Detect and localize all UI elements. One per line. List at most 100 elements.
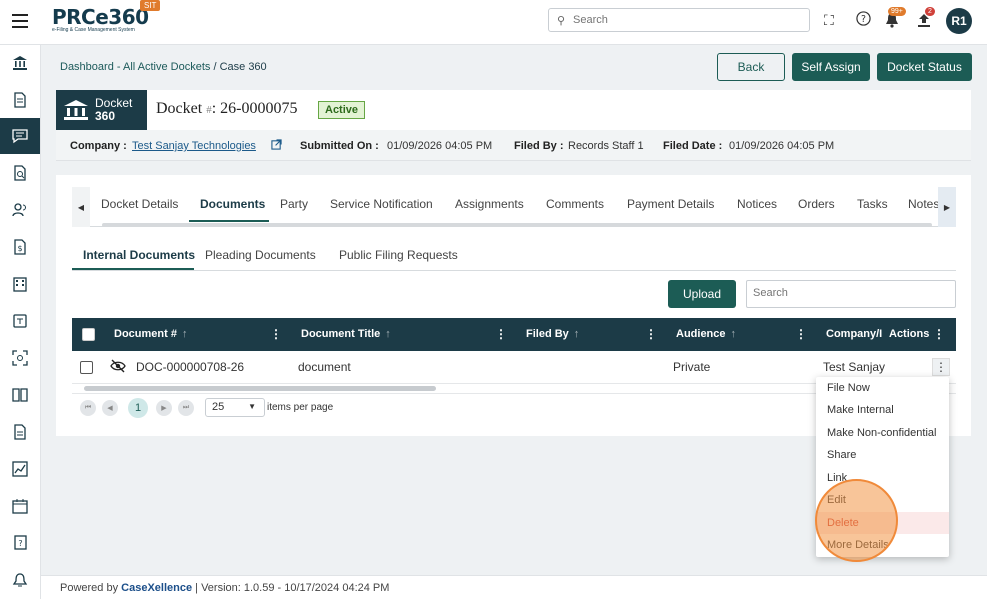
sidebar-item-payments-icon[interactable]: $	[0, 229, 40, 265]
page-size-select[interactable]: 25 ▼	[205, 398, 265, 417]
self-assign-button[interactable]: Self Assign	[792, 53, 870, 81]
company-label: Company :	[70, 140, 127, 152]
sidebar-item-scan-icon[interactable]	[0, 340, 40, 376]
docket-header: Docket 360 Docket #: 26-0000075 Active	[56, 90, 971, 130]
sidebar-item-document-icon[interactable]	[0, 82, 40, 118]
column-menu-icon[interactable]: ⋮	[933, 327, 945, 341]
docket-title-prefix: Docket	[156, 100, 207, 117]
tab-assignments[interactable]: Assignments	[455, 197, 524, 211]
subtab-pleading-documents[interactable]: Pleading Documents	[205, 248, 316, 262]
items-per-page-label: items per page	[267, 402, 334, 413]
app-logo[interactable]: PRCe360 e-Filing & Case Management Syste…	[52, 6, 149, 33]
menu-item-file-now[interactable]: File Now	[816, 377, 949, 399]
tab-service-notification[interactable]: Service Notification	[330, 197, 433, 211]
sidebar-item-dockets-icon[interactable]	[0, 118, 40, 154]
last-page-icon[interactable]: ⏭	[178, 400, 194, 416]
tab-orders[interactable]: Orders	[798, 197, 835, 211]
tab-party[interactable]: Party	[280, 197, 308, 211]
column-audience[interactable]: Audience ↑	[676, 328, 736, 340]
menu-item-make-non-confidential[interactable]: Make Non-confidential	[816, 422, 949, 444]
fullscreen-icon[interactable]: ⛶	[824, 12, 834, 29]
menu-item-more-details[interactable]: More Details	[816, 534, 949, 556]
search-icon: ⚲	[557, 15, 566, 27]
sidebar-item-building-icon[interactable]	[0, 266, 40, 302]
docket-title: Docket #: 26-0000075	[156, 100, 297, 118]
column-menu-icon[interactable]: ⋮	[495, 327, 507, 341]
page-size-value: 25	[212, 401, 225, 413]
global-search[interactable]: ⚲	[548, 8, 810, 32]
sidebar-item-users-icon[interactable]	[0, 192, 40, 228]
cell-document-number: DOC-000000708-26	[136, 360, 245, 374]
row-actions-button[interactable]: ⋮	[932, 358, 950, 376]
menu-item-share[interactable]: Share	[816, 444, 949, 466]
global-search-input[interactable]	[573, 12, 803, 28]
uploads-badge: 2	[925, 7, 935, 16]
sidebar-item-court-icon[interactable]	[0, 45, 40, 81]
docket-status-button[interactable]: Docket Status	[877, 53, 972, 81]
subtab-internal-documents[interactable]: Internal Documents	[83, 248, 195, 262]
tabs-scrollbar[interactable]	[102, 223, 932, 227]
logo-text: PRCe360	[52, 5, 149, 29]
company-link[interactable]: Test Sanjay Technologies	[132, 140, 256, 152]
back-button[interactable]: Back	[717, 53, 785, 81]
tab-docket-details[interactable]: Docket Details	[101, 197, 178, 211]
prev-page-icon[interactable]: ◀	[102, 400, 118, 416]
sidebar-item-alerts-icon[interactable]	[0, 562, 40, 598]
help-icon[interactable]: ?	[856, 11, 871, 29]
grid-search[interactable]	[746, 280, 956, 308]
column-menu-icon[interactable]: ⋮	[645, 327, 657, 341]
column-audience-label: Audience	[676, 328, 726, 340]
sidebar-item-help-docs-icon[interactable]: ?	[0, 525, 40, 561]
footer-brand-logo[interactable]: CaseXellence	[121, 582, 192, 594]
svg-text:?: ?	[861, 14, 866, 25]
next-page-icon[interactable]: ▶	[156, 400, 172, 416]
grid-search-input[interactable]	[753, 287, 943, 299]
column-menu-icon[interactable]: ⋮	[270, 327, 282, 341]
column-actions: Actions	[889, 328, 930, 340]
sidebar-item-report-icon[interactable]	[0, 414, 40, 450]
column-filed-by[interactable]: Filed By ↑	[526, 328, 579, 340]
menu-item-edit[interactable]: Edit	[816, 489, 949, 511]
menu-item-link[interactable]: Link	[816, 467, 949, 489]
docket-360-tag: Docket 360	[56, 90, 147, 130]
tab-notices[interactable]: Notices	[737, 197, 777, 211]
tab-documents[interactable]: Documents	[200, 197, 265, 211]
tabs-scroll-right-icon[interactable]: ▶	[938, 187, 956, 227]
current-page[interactable]: 1	[128, 398, 148, 418]
docket-number: 26-0000075	[220, 100, 298, 117]
first-page-icon[interactable]: ⏮	[80, 400, 96, 416]
breadcrumb-link-dashboard[interactable]: Dashboard - All Active Dockets	[60, 61, 210, 73]
tab-payment-details[interactable]: Payment Details	[627, 197, 714, 211]
eye-slash-icon	[110, 359, 126, 376]
footer-powered-by: Powered by	[60, 582, 122, 594]
docket-info-bar: Company : Test Sanjay Technologies Submi…	[56, 130, 971, 161]
column-document-title[interactable]: Document Title ↑	[301, 328, 391, 340]
sidebar-item-doc-search-icon[interactable]	[0, 155, 40, 191]
column-company[interactable]: Company/I	[826, 328, 882, 340]
environment-badge: SIT	[140, 0, 161, 11]
tab-tasks[interactable]: Tasks	[857, 197, 888, 211]
hamburger-menu-icon[interactable]	[12, 14, 28, 28]
sidebar-item-notes-icon[interactable]	[0, 303, 40, 339]
sidebar-item-calendar-icon[interactable]	[0, 488, 40, 524]
grid-horizontal-scrollbar[interactable]	[84, 386, 436, 391]
filed-by-label: Filed By :	[514, 140, 564, 152]
sidebar-item-chart-icon[interactable]	[0, 451, 40, 487]
external-link-icon[interactable]	[271, 139, 282, 153]
menu-item-make-internal[interactable]: Make Internal	[816, 399, 949, 421]
filed-date-label: Filed Date :	[663, 140, 723, 152]
menu-item-delete[interactable]: Delete	[816, 512, 949, 534]
sidebar-item-book-icon[interactable]	[0, 377, 40, 413]
tabs-scroll-left-icon[interactable]: ◀	[72, 187, 90, 227]
tab-comments[interactable]: Comments	[546, 197, 604, 211]
svg-text:$: $	[17, 244, 22, 253]
select-all-checkbox[interactable]	[82, 328, 95, 341]
column-menu-icon[interactable]: ⋮	[795, 327, 807, 341]
subtab-public-filing-requests[interactable]: Public Filing Requests	[339, 248, 458, 262]
upload-button[interactable]: Upload	[668, 280, 736, 308]
tab-notes[interactable]: Notes	[908, 197, 939, 211]
avatar[interactable]: R1	[946, 8, 972, 34]
sort-icon: ↑	[730, 328, 737, 340]
column-document-number[interactable]: Document # ↑	[114, 328, 187, 340]
row-checkbox[interactable]	[80, 361, 93, 374]
